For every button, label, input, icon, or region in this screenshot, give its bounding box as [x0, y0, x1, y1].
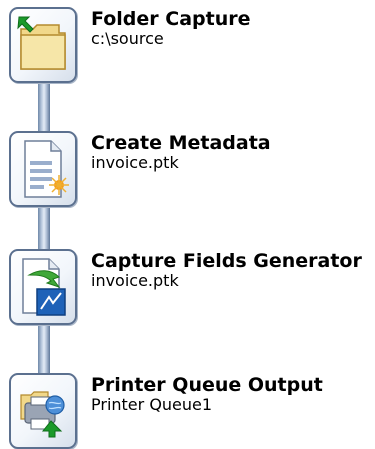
step-title: Create Metadata — [91, 132, 271, 154]
step-title: Printer Queue Output — [91, 374, 323, 396]
step-title: Capture Fields Generator — [91, 250, 362, 272]
printer-queue-output-tile[interactable] — [9, 373, 77, 449]
step-subtitle: Printer Queue1 — [91, 395, 213, 414]
capture-fields-generator-tile[interactable] — [9, 249, 77, 325]
create-metadata-icon — [24, 140, 69, 198]
capture-fields-generator-icon — [22, 258, 66, 316]
step-title: Folder Capture — [91, 8, 251, 30]
step-subtitle: invoice.ptk — [91, 153, 179, 172]
folder-capture-icon — [17, 16, 66, 70]
workflow-step-folder-capture[interactable]: Folder Capture c:\source — [0, 0, 375, 83]
printer-queue-output-icon — [20, 391, 65, 438]
workflow-step-create-metadata[interactable]: Create Metadata invoice.ptk — [0, 124, 375, 207]
step-subtitle: c:\source — [91, 29, 164, 48]
folder-capture-tile[interactable] — [9, 7, 77, 83]
workflow-step-capture-fields-generator[interactable]: Capture Fields Generator invoice.ptk — [0, 242, 375, 325]
step-subtitle: invoice.ptk — [91, 271, 179, 290]
workflow-step-printer-queue-output[interactable]: Printer Queue Output Printer Queue1 — [0, 366, 375, 449]
create-metadata-tile[interactable] — [9, 131, 77, 207]
